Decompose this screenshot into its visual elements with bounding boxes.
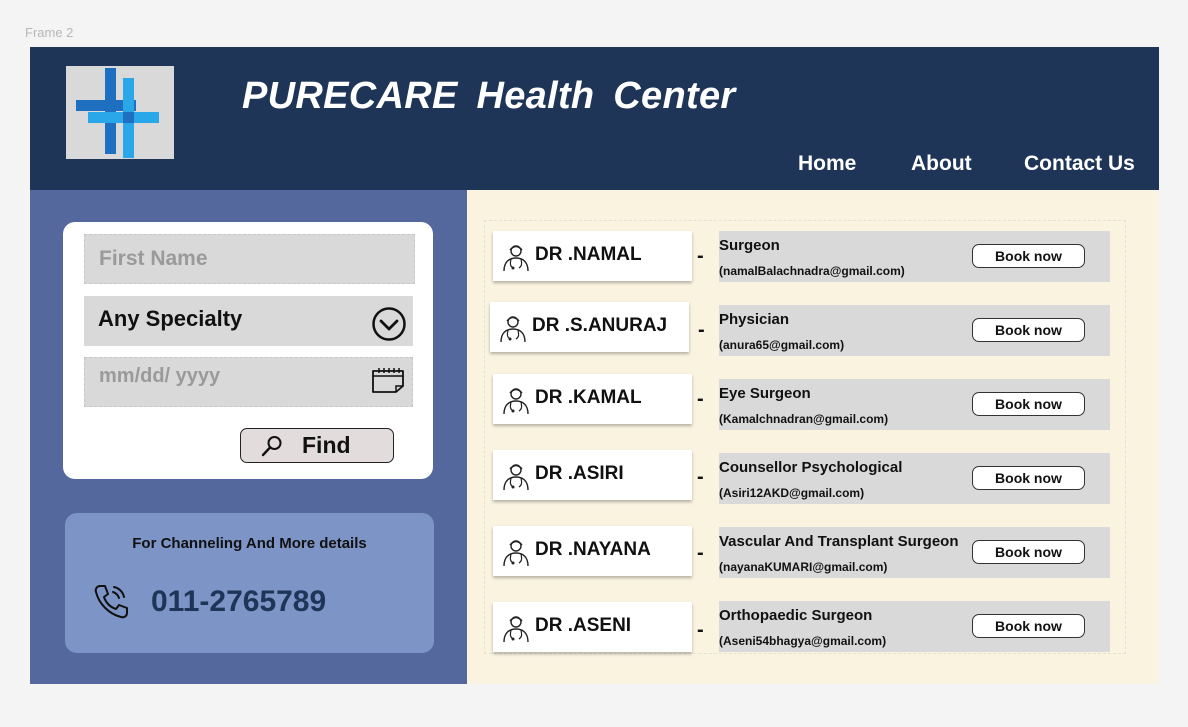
separator-dash: - <box>697 542 704 564</box>
doctor-specialty: Eye Surgeon <box>719 385 811 402</box>
sidebar: Any Specialty <box>30 190 467 684</box>
doctor-name-card: DR .NAMAL <box>493 231 692 281</box>
book-now-button[interactable]: Book now <box>972 614 1085 638</box>
doctor-name-card: DR .ASENI <box>493 602 692 652</box>
doctor-icon <box>503 388 529 415</box>
doctor-email: (anura65@gmail.com) <box>719 338 845 352</box>
doctor-icon <box>503 245 529 272</box>
page-frame: PURECARE Health Center Home About Contac… <box>30 47 1159 684</box>
doctor-name: DR .S.ANURAJ <box>532 315 668 336</box>
doctor-specialty: Physician <box>719 311 790 328</box>
doctor-info-card: Vascular And Transplant Surgeon (nayanaK… <box>719 527 1110 578</box>
doctor-name: DR .ASENI <box>535 615 632 636</box>
doctor-icon <box>503 616 529 643</box>
contact-card: For Channeling And More details 011-2765… <box>65 513 434 653</box>
separator-dash: - <box>697 245 704 267</box>
doctor-email: (namalBalachnadra@gmail.com) <box>719 264 905 278</box>
doctor-info-card: Surgeon (namalBalachnadra@gmail.com) Boo… <box>719 231 1110 282</box>
doctor-name: DR .NAMAL <box>535 244 642 265</box>
doctor-icon <box>503 540 529 567</box>
book-now-button[interactable]: Book now <box>972 244 1085 268</box>
doctor-name: DR .ASIRI <box>535 463 624 484</box>
contact-text: For Channeling And More details <box>132 535 367 552</box>
medical-cross-icon <box>76 68 159 158</box>
doctor-specialty: Orthopaedic Surgeon <box>719 607 873 624</box>
doctor-name-card: DR .NAYANA <box>493 526 692 576</box>
site-title: PURECARE Health Center <box>242 75 736 117</box>
doctor-info-card: Orthopaedic Surgeon (Aseni54bhagya@gmail… <box>719 601 1110 652</box>
doctor-name: DR .NAYANA <box>535 539 651 560</box>
book-now-button[interactable]: Book now <box>972 318 1085 342</box>
doctor-info-card: Physician (anura65@gmail.com) Book now <box>719 305 1110 356</box>
separator-dash: - <box>697 466 704 488</box>
doctor-name: DR .KAMAL <box>535 387 642 408</box>
doctor-icon <box>500 316 526 343</box>
calendar-icon[interactable] <box>370 366 406 394</box>
search-icon <box>261 436 282 457</box>
specialty-select[interactable]: Any Specialty <box>84 296 413 346</box>
logo <box>66 66 174 159</box>
frame-label: Frame 2 <box>25 25 74 40</box>
doctor-email: (Aseni54bhagya@gmail.com) <box>719 634 887 648</box>
book-now-button[interactable]: Book now <box>972 466 1085 490</box>
nav-contact-us[interactable]: Contact Us <box>1024 152 1135 176</box>
specialty-value: Any Specialty <box>98 306 243 331</box>
find-button[interactable]: Find <box>240 428 394 463</box>
doctor-name-card: DR .KAMAL <box>493 374 692 424</box>
nav-about[interactable]: About <box>911 152 972 176</box>
book-now-button[interactable]: Book now <box>972 540 1085 564</box>
date-input[interactable] <box>85 358 412 406</box>
doctor-email: (Kamalchnadran@gmail.com) <box>719 412 889 426</box>
book-now-button[interactable]: Book now <box>972 392 1085 416</box>
search-form: Any Specialty <box>63 222 433 479</box>
separator-dash: - <box>697 619 704 641</box>
date-field <box>84 357 413 407</box>
separator-dash: - <box>698 319 705 341</box>
doctor-list <box>484 220 1126 654</box>
doctor-info-card: Counsellor Psychological (Asiri12AKD@gma… <box>719 453 1110 504</box>
doctor-specialty: Surgeon <box>719 237 780 254</box>
separator-dash: - <box>697 388 704 410</box>
phone-icon <box>94 585 128 619</box>
doctor-specialty: Counsellor Psychological <box>719 459 903 476</box>
header: PURECARE Health Center Home About Contac… <box>30 47 1159 190</box>
doctor-icon <box>503 464 529 491</box>
doctor-name-card: DR .ASIRI <box>493 450 692 500</box>
chevron-down-icon[interactable] <box>371 306 407 342</box>
doctor-email: (nayanaKUMARI@gmail.com) <box>719 560 888 574</box>
doctor-specialty: Vascular And Transplant Surgeon <box>719 533 959 550</box>
doctor-info-card: Eye Surgeon (Kamalchnadran@gmail.com) Bo… <box>719 379 1110 430</box>
first-name-input[interactable] <box>85 235 414 283</box>
nav-home[interactable]: Home <box>798 152 856 176</box>
phone-number[interactable]: 011-2765789 <box>151 585 326 619</box>
find-label: Find <box>302 432 351 458</box>
first-name-field <box>84 234 415 284</box>
doctor-email: (Asiri12AKD@gmail.com) <box>719 486 865 500</box>
doctor-name-card: DR .S.ANURAJ <box>490 302 689 352</box>
